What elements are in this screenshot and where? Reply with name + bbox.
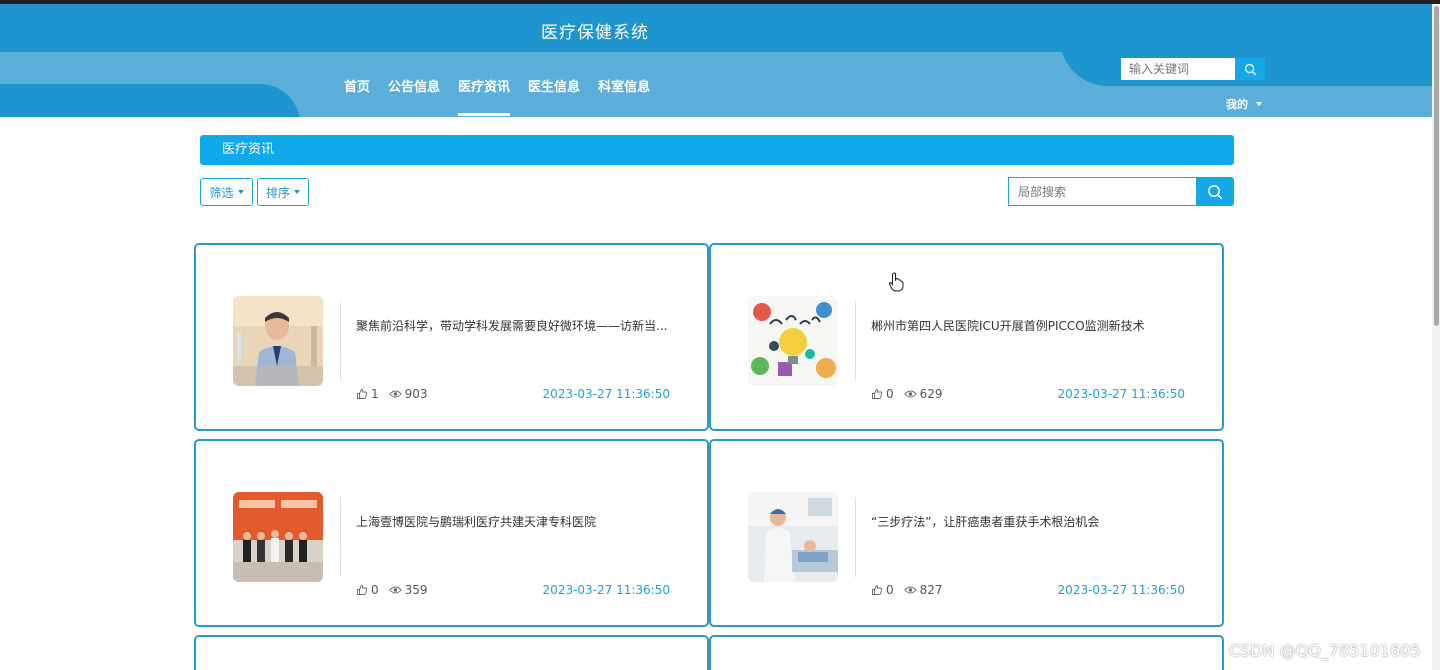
local-search-input[interactable] [1008,177,1196,206]
nav-departments[interactable]: 科室信息 [598,76,650,116]
news-card[interactable]: “三步疗法”，让肝癌患者重获手术根治机会 0 827 2023-03-27 11… [709,439,1224,627]
news-card[interactable] [709,635,1224,670]
news-title: “三步疗法”，让肝癌患者重获手术根治机会 [871,515,1100,529]
news-card[interactable]: 聚焦前沿科学，带动学科发展需要良好微环境——访新当... 1 903 2023-… [194,243,709,431]
search-icon [1208,184,1223,199]
news-time: 2023-03-27 11:36:50 [542,583,670,597]
thumbs-up-icon [872,389,883,399]
chevron-down-icon [294,190,300,194]
news-card[interactable]: 上海壹博医院与鹏瑞利医疗共建天津专科医院 0 359 2023-03-27 11… [194,439,709,627]
nav-notices[interactable]: 公告信息 [388,76,440,116]
news-thumbnail [233,492,323,582]
user-menu-label: 我的 [1226,98,1248,111]
news-thumbnail [233,296,323,386]
nav-doctors[interactable]: 医生信息 [528,76,580,116]
chevron-down-icon [1256,102,1262,106]
watermark: CSDN @QQ_785101605 [1229,641,1421,660]
news-card[interactable]: 郴州市第四人民医院ICU开展首例PICCO监测新技术 0 629 2023-03… [709,243,1224,431]
like-count: 0 [886,387,894,401]
thumbs-up-icon [357,389,368,399]
news-thumbnail [748,492,838,582]
search-icon [1244,63,1256,75]
sort-dropdown[interactable]: 排序 [257,178,309,206]
local-search [1008,177,1234,206]
header-search [1121,58,1265,80]
header-search-button[interactable] [1235,58,1265,80]
thumbs-up-icon [357,585,368,595]
eye-icon [388,390,402,398]
signing-ceremony-image [233,492,323,582]
user-menu[interactable]: 我的 [1226,96,1262,112]
view-count: 903 [404,387,428,401]
hand-pointer-icon [888,272,904,296]
news-time: 2023-03-27 11:36:50 [542,387,670,401]
like-count: 0 [371,583,379,597]
news-stats: 0 359 [356,583,438,597]
hospital-ward-image [748,492,838,582]
news-time: 2023-03-27 11:36:50 [1057,387,1185,401]
site-header: 医疗保健系统 首页 公告信息 医疗资讯 医生信息 科室信息 我的 [0,4,1440,117]
nav-medical-news[interactable]: 医疗资讯 [458,76,511,116]
news-thumbnail [748,296,838,386]
site-title: 医疗保健系统 [541,23,649,43]
view-count: 359 [404,583,428,597]
header-search-input[interactable] [1121,58,1235,80]
scrollbar-thumb[interactable] [1434,6,1439,326]
main-nav: 首页 公告信息 医疗资讯 医生信息 科室信息 [344,76,650,116]
header-decor-left [0,84,300,117]
news-title: 聚焦前沿科学，带动学科发展需要良好微环境——访新当... [356,319,668,333]
section-title-bar: 医疗资讯 [200,135,1234,165]
filter-label: 筛选 [209,185,234,200]
news-time: 2023-03-27 11:36:50 [1057,583,1185,597]
sort-label: 排序 [265,185,290,200]
news-card[interactable] [194,635,709,670]
news-stats: 1 903 [356,387,438,401]
local-search-button[interactable] [1196,177,1234,206]
eye-icon [903,586,917,594]
news-stats: 0 827 [871,583,953,597]
doctor-portrait-image [233,296,323,386]
chevron-down-icon [237,190,244,194]
nav-home[interactable]: 首页 [344,76,370,116]
thumbs-up-icon [872,585,883,595]
eye-icon [903,390,917,398]
view-count: 629 [919,387,943,401]
news-title: 上海壹博医院与鹏瑞利医疗共建天津专科医院 [356,515,597,529]
like-count: 0 [886,583,894,597]
news-title: 郴州市第四人民医院ICU开展首例PICCO监测新技术 [871,319,1145,333]
like-count: 1 [371,387,379,401]
news-stats: 0 629 [871,387,953,401]
view-count: 827 [919,583,943,597]
eye-icon [388,586,402,594]
learn-illustration-image [748,296,838,386]
filter-dropdown[interactable]: 筛选 [200,178,253,206]
